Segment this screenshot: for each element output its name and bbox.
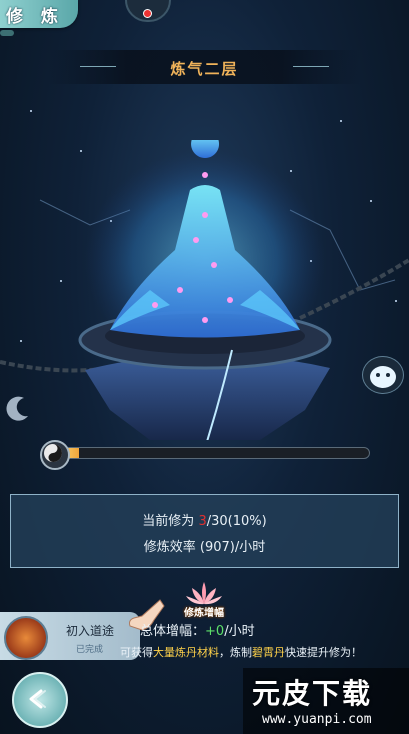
menu-dots-icon[interactable]	[0, 30, 14, 36]
tip-highlight-pill: 碧霄丹	[252, 646, 285, 659]
cultivation-progress-track	[60, 447, 370, 459]
current-cultivation-value: 3	[198, 514, 207, 529]
pet-icon[interactable]	[362, 356, 404, 394]
notification-dot	[143, 9, 152, 18]
watermark-url: www.yuanpi.com	[262, 712, 372, 727]
task-icon	[4, 616, 48, 660]
task-status: 已完成	[76, 645, 104, 655]
page-title: 修 炼	[6, 7, 64, 27]
current-cultivation-suffix: /30(10%)	[206, 514, 267, 529]
stats-panel	[10, 494, 399, 568]
watermark-text: 元皮下载	[252, 677, 373, 710]
tip-text: 可获得大量炼丹材料，炼制碧霄丹快速提升修为！	[120, 644, 362, 660]
current-cultivation-label: 当前修为	[142, 514, 195, 529]
boost-label: 修炼增幅	[184, 608, 224, 619]
tip-middle: ，炼制	[219, 646, 252, 659]
total-boost-value: +0	[205, 624, 225, 639]
cultivation-scene	[0, 140, 409, 440]
level-name: 炼气二层	[170, 60, 239, 78]
total-boost-label: 总体增幅：	[140, 624, 206, 639]
cultivation-efficiency: 修炼效率 (907)/小时	[143, 540, 266, 555]
tip-prefix: 可获得	[120, 646, 153, 659]
moon-icon	[6, 396, 28, 421]
tip-highlight-materials: 大量炼丹材料	[153, 646, 219, 659]
current-cultivation: 当前修为 3/30(10%)	[10, 510, 399, 529]
yin-yang-icon	[40, 440, 70, 470]
star	[340, 120, 342, 122]
total-boost: 总体增幅：+0/小时	[140, 620, 255, 639]
star	[30, 110, 32, 112]
back-arrow-icon	[29, 689, 46, 709]
total-boost-unit: /小时	[224, 624, 255, 639]
task-title: 初入道途	[66, 624, 115, 638]
tip-suffix: 快速提升修为！	[285, 646, 362, 659]
